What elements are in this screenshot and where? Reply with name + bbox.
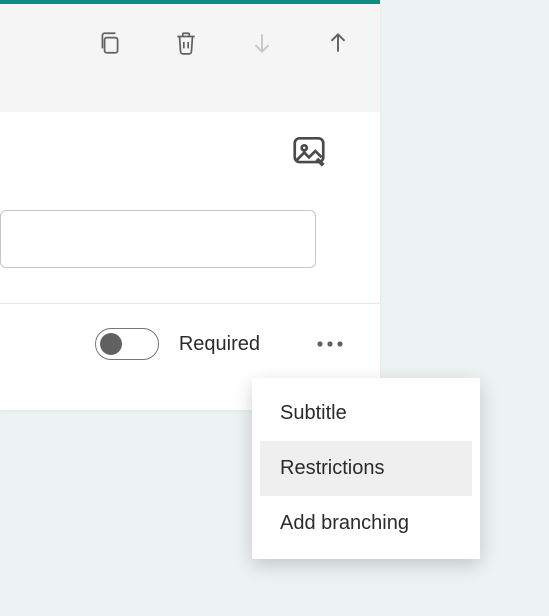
menu-item-add-branching[interactable]: Add branching: [260, 496, 472, 551]
copy-icon: [97, 30, 123, 56]
question-card: Required: [0, 0, 380, 410]
more-horizontal-icon: [315, 339, 345, 349]
move-up-button[interactable]: [321, 26, 355, 60]
more-options-menu: Subtitle Restrictions Add branching: [252, 378, 480, 559]
toggle-knob: [100, 333, 122, 355]
required-label: Required: [179, 333, 260, 356]
arrow-up-icon: [325, 30, 351, 56]
answer-input[interactable]: [0, 210, 316, 268]
menu-item-restrictions[interactable]: Restrictions: [260, 441, 472, 496]
insert-image-button[interactable]: [290, 132, 328, 170]
question-footer: Required: [0, 304, 358, 388]
copy-button[interactable]: [93, 26, 127, 60]
image-icon: [290, 132, 328, 170]
trash-icon: [173, 30, 199, 56]
required-toggle[interactable]: [95, 328, 159, 360]
question-title-row: [0, 112, 358, 192]
delete-button[interactable]: [169, 26, 203, 60]
arrow-down-icon: [249, 30, 275, 56]
more-options-button[interactable]: [308, 326, 352, 362]
question-body: Required: [0, 112, 380, 410]
menu-item-subtitle[interactable]: Subtitle: [260, 386, 472, 441]
move-down-button[interactable]: [245, 26, 279, 60]
question-toolbar: [0, 4, 380, 112]
